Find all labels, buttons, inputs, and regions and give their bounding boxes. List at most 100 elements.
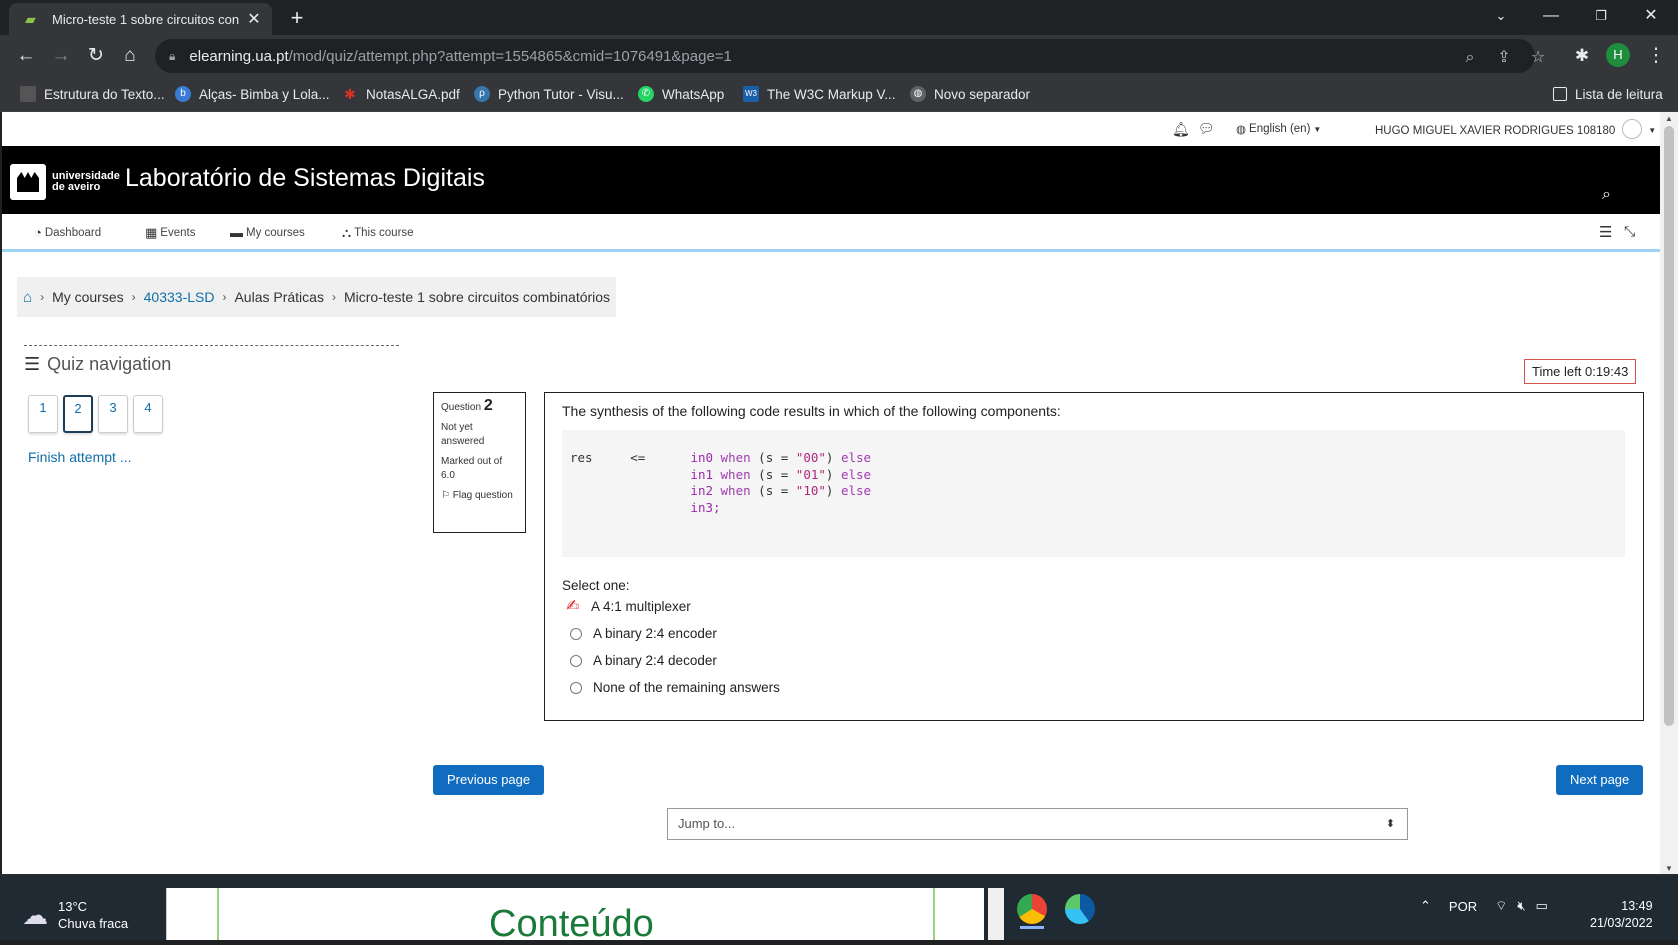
messages-icon[interactable]: 💬︎ xyxy=(1198,121,1215,137)
share-icon[interactable]: ⇪ xyxy=(1489,43,1519,73)
chevron-right-icon: › xyxy=(40,290,45,304)
lock-icon: 🔒︎ xyxy=(169,48,176,63)
question-number: 2 xyxy=(483,397,493,414)
university-logo[interactable]: universidade de aveiro xyxy=(10,164,120,200)
blocks-toggle-icon[interactable]: ☰ xyxy=(1599,223,1612,241)
back-icon[interactable]: ← xyxy=(10,40,42,72)
quiz-nav-question-2[interactable]: 2 xyxy=(63,395,93,433)
language-menu[interactable]: ◍ English (en) ▼ xyxy=(1236,122,1321,136)
nav-label: This course xyxy=(354,227,414,239)
nav-this-course[interactable]: ⛬ This course xyxy=(342,225,414,241)
quiz-navigation-block: ☰ Quiz navigation 1 2 3 4 Finish attempt … xyxy=(24,345,399,465)
quiz-nav-question-3[interactable]: 3 xyxy=(98,395,128,433)
bookmark-item[interactable]: b Alças- Bimba y Lola... xyxy=(175,83,330,105)
browser-toolbar: ← → ↻ ⌂ 🔒︎ elearning.ua.pt/mod/quiz/atte… xyxy=(0,35,1678,77)
user-menu[interactable]: HUGO MIGUEL XAVIER RODRIGUES 108180 ▼ xyxy=(1375,119,1657,139)
reading-list[interactable]: Lista de leitura xyxy=(1553,83,1663,105)
reading-list-icon xyxy=(1553,87,1567,101)
previous-page-button[interactable]: Previous page xyxy=(433,765,545,795)
tab-title: Micro-teste 1 sobre circuitos con xyxy=(52,11,240,27)
finish-attempt-link[interactable]: Finish attempt ... xyxy=(28,449,131,465)
university-name: universidade de aveiro xyxy=(52,170,120,193)
calendar-icon: ▦ xyxy=(145,225,158,240)
answer-option[interactable]: A binary 2:4 encoder xyxy=(562,620,1626,647)
menu-kebab-icon[interactable]: ⋮ xyxy=(1640,40,1672,72)
user-avatar xyxy=(1622,119,1643,139)
browser-tab[interactable]: ▰ Micro-teste 1 sobre circuitos con ✕ xyxy=(9,3,272,35)
next-page-button[interactable]: Next page xyxy=(1556,765,1644,795)
minimize-button[interactable]: — xyxy=(1528,0,1574,32)
reload-icon[interactable]: ↻ xyxy=(80,40,112,72)
site-title[interactable]: Laboratório de Sistemas Digitais xyxy=(125,164,485,193)
tab-close-icon[interactable]: ✕ xyxy=(246,9,262,29)
user-name: HUGO MIGUEL XAVIER RODRIGUES 108180 xyxy=(1375,124,1616,137)
notification-bell-icon[interactable]: 🔔︎ xyxy=(1172,121,1190,138)
answer-option[interactable]: A binary 2:4 decoder xyxy=(562,647,1626,674)
bookmark-item[interactable]: W3 The W3C Markup V... xyxy=(743,83,896,105)
tab-search-icon[interactable]: ⌄ xyxy=(1478,0,1524,32)
page-scrollbar[interactable]: ▲ ▼ xyxy=(1660,112,1678,876)
restore-button[interactable]: ❐ xyxy=(1578,0,1624,32)
bookmark-item[interactable]: ✆ WhatsApp xyxy=(638,83,724,105)
search-icon[interactable]: ⌕ xyxy=(1602,186,1622,206)
python-icon: ρ xyxy=(474,86,490,102)
dashboard-icon: ◔ xyxy=(34,225,42,240)
radio-button[interactable] xyxy=(570,627,582,640)
flag-question[interactable]: ⚐ Flag question xyxy=(441,489,518,503)
wifi-icon[interactable]: ⌔ xyxy=(1495,898,1507,914)
nav-my-courses[interactable]: ▬ My courses xyxy=(230,225,305,240)
quiz-nav-question-4[interactable]: 4 xyxy=(133,395,163,433)
input-language[interactable]: POR xyxy=(1449,899,1477,914)
bookmark-item[interactable]: Estrutura do Texto... xyxy=(20,83,165,105)
clock[interactable]: 13:49 21/03/2022 xyxy=(1590,898,1653,932)
jump-to-select[interactable]: Jump to... ⬍ xyxy=(667,808,1408,840)
breadcrumb-my-courses[interactable]: My courses xyxy=(52,289,124,305)
answer-option[interactable]: ✍ A 4:1 multiplexer xyxy=(562,593,1626,620)
bookmark-star-icon[interactable]: ☆ xyxy=(1523,43,1553,73)
hamburger-icon[interactable]: ☰ xyxy=(24,354,40,375)
bookmark-item[interactable]: ✱ NotasALGA.pdf xyxy=(342,83,460,105)
moodle-favicon-icon: ▰ xyxy=(25,11,36,27)
home-icon[interactable]: ⌂ xyxy=(23,289,32,306)
nav-events[interactable]: ▦ Events xyxy=(145,225,195,241)
window-preview[interactable]: Conteúdo xyxy=(166,888,984,944)
question-marks: Marked out of 6.0 xyxy=(441,456,503,481)
profile-avatar[interactable]: H xyxy=(1606,43,1630,67)
scroll-up-icon[interactable]: ▲ xyxy=(1660,112,1678,126)
breadcrumb-quiz[interactable]: Micro-teste 1 sobre circuitos combinatór… xyxy=(344,289,610,305)
address-bar[interactable]: 🔒︎ elearning.ua.pt/mod/quiz/attempt.php?… xyxy=(155,39,1545,73)
scrollbar-thumb[interactable] xyxy=(1664,126,1674,726)
new-tab-button[interactable]: + xyxy=(284,5,310,31)
jump-to-label: Jump to... xyxy=(678,816,736,831)
breadcrumb-course[interactable]: 40333-LSD xyxy=(144,289,215,305)
collapse-icon[interactable]: ⤡ xyxy=(1624,223,1635,240)
caret-down-icon: ▼ xyxy=(1648,126,1657,135)
radio-button[interactable] xyxy=(570,681,582,694)
caret-down-icon: ▼ xyxy=(1313,124,1322,134)
globe-icon: ◍ xyxy=(1236,124,1247,136)
battery-icon[interactable]: ▭ xyxy=(1536,898,1548,914)
weather-widget[interactable]: ☁ 13°C Chuva fraca xyxy=(22,898,128,932)
zoom-icon[interactable]: ⌕ xyxy=(1455,43,1485,73)
bookmark-item[interactable]: ρ Python Tutor - Visu... xyxy=(474,83,624,105)
chrome-icon[interactable] xyxy=(1017,894,1047,924)
briefcase-icon: ▬ xyxy=(230,225,243,240)
quiz-nav-question-1[interactable]: 1 xyxy=(28,395,58,433)
volume-muted-icon[interactable]: 🔇︎ xyxy=(1517,898,1525,914)
radio-button[interactable] xyxy=(570,654,582,667)
nav-label: My courses xyxy=(246,226,305,239)
answer-option[interactable]: None of the remaining answers xyxy=(562,674,1626,701)
w3c-icon: W3 xyxy=(743,86,759,102)
whatsapp-icon: ✆ xyxy=(638,86,654,102)
nav-dashboard[interactable]: ◔ Dashboard xyxy=(34,225,101,240)
close-window-button[interactable]: ✕ xyxy=(1628,0,1674,32)
breadcrumb-section[interactable]: Aulas Práticas xyxy=(234,289,323,305)
extensions-icon[interactable]: ✱ xyxy=(1566,40,1598,72)
bookmark-item[interactable]: ◍ Novo separador xyxy=(910,83,1030,105)
temperature: 13°C xyxy=(58,899,88,914)
url-host: elearning.ua.pt xyxy=(189,47,289,65)
forward-icon[interactable]: → xyxy=(45,40,77,72)
home-icon[interactable]: ⌂ xyxy=(114,40,146,72)
edge-icon[interactable] xyxy=(1065,894,1095,924)
chevron-up-icon[interactable]: ⌃ xyxy=(1420,898,1431,914)
